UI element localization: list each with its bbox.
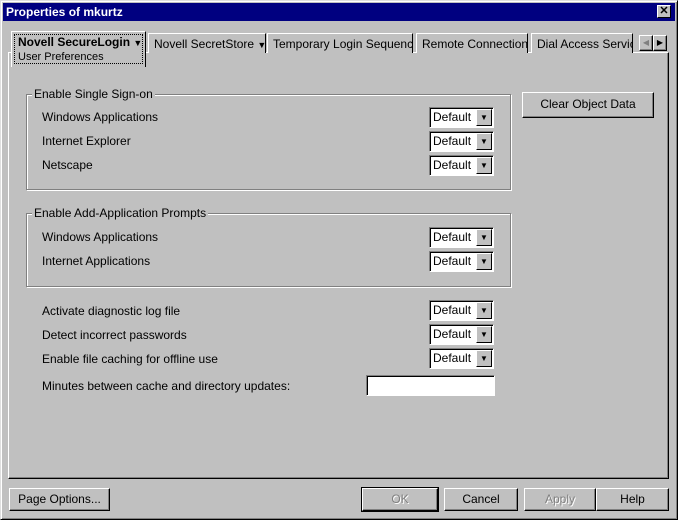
chevron-down-icon: ▼	[476, 326, 492, 343]
tab-label: Temporary Login Sequence	[273, 37, 413, 51]
select-value: Default	[433, 327, 472, 341]
file-caching-label: Enable file caching for offline use	[42, 352, 218, 366]
apply-button[interactable]: Apply	[524, 488, 596, 511]
group-title: Enable Add-Application Prompts	[32, 206, 209, 220]
minutes-label: Minutes between cache and directory upda…	[42, 379, 291, 393]
help-button[interactable]: Help	[596, 488, 669, 511]
button-label: OK	[391, 492, 409, 506]
button-label: Help	[620, 492, 645, 506]
select-value: Default	[433, 230, 472, 244]
diagnostic-log-label: Activate diagnostic log file	[42, 304, 181, 318]
chevron-down-icon: ▼	[476, 302, 492, 319]
prompts-windows-label: Windows Applications	[42, 230, 159, 244]
chevron-down-icon: ▼	[476, 253, 492, 270]
diagnostic-log-select[interactable]: Default ▼	[429, 300, 494, 321]
select-value: Default	[433, 254, 472, 268]
detect-passwords-select[interactable]: Default ▼	[429, 324, 494, 345]
sso-netscape-label: Netscape	[42, 158, 93, 172]
add-application-prompts-group: Enable Add-Application Prompts	[26, 206, 511, 287]
select-value: Default	[433, 110, 472, 124]
tab-dial-access-services[interactable]: Dial Access Servic	[531, 33, 633, 53]
select-value: Default	[433, 303, 472, 317]
cancel-button[interactable]: Cancel	[444, 488, 518, 511]
button-label: Page Options...	[18, 492, 101, 506]
sso-ie-label: Internet Explorer	[42, 134, 131, 148]
tab-subpage-label: User Preferences	[18, 51, 104, 63]
window-title: Properties of mkurtz	[6, 5, 123, 19]
tab-novell-secretstore[interactable]: Novell SecretStore ▼	[148, 33, 266, 53]
sso-windows-select[interactable]: Default ▼	[429, 107, 494, 128]
select-value: Default	[433, 158, 472, 172]
tab-label: Novell SecretStore	[154, 37, 255, 51]
clear-object-data-button[interactable]: Clear Object Data	[522, 92, 654, 118]
prompts-internet-label: Internet Applications	[42, 254, 151, 268]
file-caching-select[interactable]: Default ▼	[429, 348, 494, 369]
ok-button[interactable]: OK	[361, 487, 439, 512]
detect-passwords-label: Detect incorrect passwords	[42, 328, 187, 342]
chevron-down-icon: ▼	[476, 133, 492, 150]
group-title: Enable Single Sign-on	[32, 87, 155, 101]
button-label: Clear Object Data	[540, 97, 636, 111]
sso-ie-select[interactable]: Default ▼	[429, 131, 494, 152]
tab-novell-securelogin[interactable]: Novell SecureLogin ▼ User Preferences	[11, 31, 146, 67]
chevron-down-icon: ▼	[476, 229, 492, 246]
sso-windows-label: Windows Applications	[42, 110, 159, 124]
button-label: Apply	[544, 492, 576, 506]
chevron-down-icon: ▼	[476, 157, 492, 174]
title-bar: Properties of mkurtz ✕	[3, 3, 675, 21]
tab-temporary-login-sequence[interactable]: Temporary Login Sequence	[267, 33, 413, 53]
tab-label: Remote Connections	[422, 37, 528, 51]
sso-netscape-select[interactable]: Default ▼	[429, 155, 494, 176]
page-options-button[interactable]: Page Options...	[9, 488, 110, 511]
tab-label: Dial Access Servic	[537, 37, 633, 51]
tab-label: Novell SecureLogin	[18, 35, 131, 49]
select-value: Default	[433, 351, 472, 365]
close-button[interactable]: ✕	[657, 5, 671, 18]
arrow-left-icon: ◀	[642, 38, 650, 47]
chevron-down-icon: ▼	[257, 40, 266, 50]
chevron-down-icon: ▼	[476, 350, 492, 367]
prompts-windows-select[interactable]: Default ▼	[429, 227, 494, 248]
prompts-internet-select[interactable]: Default ▼	[429, 251, 494, 272]
chevron-down-icon: ▼	[476, 109, 492, 126]
tab-scroll-right-button[interactable]: ▶	[653, 35, 667, 51]
arrow-right-icon: ▶	[656, 38, 664, 47]
tab-remote-connections[interactable]: Remote Connections	[416, 33, 528, 53]
button-label: Cancel	[462, 492, 500, 506]
tab-scroll-left-button[interactable]: ◀	[639, 35, 653, 51]
chevron-down-icon: ▼	[133, 38, 143, 48]
minutes-input[interactable]	[366, 375, 495, 396]
select-value: Default	[433, 134, 472, 148]
